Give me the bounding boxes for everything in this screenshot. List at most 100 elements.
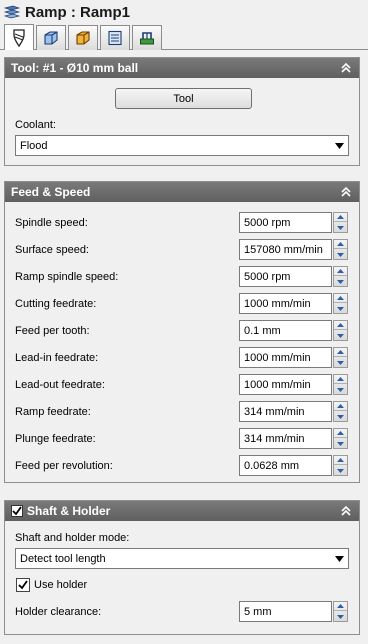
stock-tab[interactable] [68, 25, 98, 50]
feed-speed-row: Lead-out feedrate: 1000 mm/min [5, 374, 359, 396]
feed-speed-spinner[interactable] [333, 428, 348, 449]
shaft-holder-enable-checkbox[interactable] [11, 505, 23, 517]
feed-speed-spinner[interactable] [333, 455, 348, 476]
feed-speed-label: Plunge feedrate: [15, 433, 96, 445]
coolant-label: Coolant: [15, 119, 56, 131]
spin-up-arrow-icon[interactable] [334, 456, 347, 465]
shaft-holder-panel: Shaft & Holder Shaft and holder mode: De… [4, 500, 360, 635]
feed-speed-label: Ramp feedrate: [15, 406, 91, 418]
shaft-mode-value: Detect tool length [20, 552, 106, 565]
spin-down-arrow-icon[interactable] [334, 439, 347, 448]
ramp-layers-icon [4, 5, 20, 19]
feed-speed-row: Plunge feedrate: 314 mm/min [5, 428, 359, 450]
tool-panel-title: Tool: #1 - Ø10 mm ball [11, 61, 139, 75]
spin-down-arrow-icon[interactable] [334, 250, 347, 259]
spin-up-arrow-icon[interactable] [334, 321, 347, 330]
feed-speed-input[interactable]: 5000 rpm [239, 266, 332, 287]
spin-up-arrow-icon[interactable] [334, 375, 347, 384]
feed-speed-spinner[interactable] [333, 212, 348, 233]
feed-speed-label: Cutting feedrate: [15, 298, 97, 310]
coolant-select[interactable]: Flood [15, 135, 349, 156]
checkmark-icon [12, 506, 22, 516]
feed-speed-label: Ramp spindle speed: [15, 271, 119, 283]
spin-down-arrow-icon[interactable] [334, 223, 347, 232]
spin-up-arrow-icon[interactable] [334, 240, 347, 249]
spin-up-arrow-icon[interactable] [334, 429, 347, 438]
feed-speed-row: Ramp spindle speed: 5000 rpm [5, 266, 359, 288]
checkmark-icon [18, 580, 28, 590]
feed-speed-input[interactable]: 1000 mm/min [239, 347, 332, 368]
feed-speed-spinner[interactable] [333, 320, 348, 341]
tool-button[interactable]: Tool [115, 88, 252, 109]
spin-up-arrow-icon[interactable] [334, 602, 347, 611]
feed-speed-row: Lead-in feedrate: 1000 mm/min [5, 347, 359, 369]
shaft-mode-select[interactable]: Detect tool length [15, 548, 349, 569]
feed-speed-label: Feed per revolution: [15, 460, 113, 472]
tool-panel: Tool: #1 - Ø10 mm ball Tool Coolant: Flo… [4, 57, 360, 166]
spin-down-arrow-icon[interactable] [334, 304, 347, 313]
holder-clearance-input[interactable]: 5 mm [239, 601, 332, 622]
chevron-down-icon [335, 556, 344, 562]
spin-down-arrow-icon[interactable] [334, 466, 347, 475]
feed-speed-label: Surface speed: [15, 244, 89, 256]
holder-clearance-row: Holder clearance: 5 mm [5, 601, 359, 623]
feed-speed-input[interactable]: 1000 mm/min [239, 293, 332, 314]
linking-tab[interactable] [132, 25, 162, 50]
feed-speed-row: Feed per tooth: 0.1 mm [5, 320, 359, 342]
shaft-mode-label: Shaft and holder mode: [15, 532, 130, 544]
tool-bit-icon [13, 28, 25, 47]
coolant-value: Flood [20, 139, 48, 152]
feed-speed-row: Feed per revolution: 0.0628 mm [5, 455, 359, 477]
use-holder-checkbox[interactable] [16, 578, 30, 592]
feed-speed-input[interactable]: 157080 mm/min [239, 239, 332, 260]
holder-clearance-spinner[interactable] [333, 601, 348, 622]
tool-panel-header[interactable]: Tool: #1 - Ø10 mm ball [5, 58, 359, 78]
feed-speed-input[interactable]: 5000 rpm [239, 212, 332, 233]
spin-up-arrow-icon[interactable] [334, 267, 347, 276]
passes-tab[interactable] [100, 25, 130, 50]
feed-speed-spinner[interactable] [333, 266, 348, 287]
feed-speed-label: Spindle speed: [15, 217, 88, 229]
spin-up-arrow-icon[interactable] [334, 402, 347, 411]
feed-speed-row: Cutting feedrate: 1000 mm/min [5, 293, 359, 315]
window-title-bar: Ramp : Ramp1 [0, 0, 368, 24]
passes-list-icon [108, 30, 122, 46]
feed-speed-label: Feed per tooth: [15, 325, 90, 337]
shaft-holder-header[interactable]: Shaft & Holder [5, 501, 359, 521]
collapse-icon[interactable] [339, 185, 353, 199]
window-title: Ramp : Ramp1 [25, 3, 131, 21]
cube-wireframe-icon [44, 31, 58, 45]
feed-speed-title: Feed & Speed [11, 185, 91, 199]
spin-up-arrow-icon[interactable] [334, 294, 347, 303]
spin-up-arrow-icon[interactable] [334, 348, 347, 357]
feed-speed-panel: Feed & Speed Spindle speed: 5000 rpm Surfa… [4, 181, 360, 483]
spin-down-arrow-icon[interactable] [334, 358, 347, 367]
feed-speed-header[interactable]: Feed & Speed [5, 182, 359, 202]
collapse-icon[interactable] [339, 504, 353, 518]
spin-down-arrow-icon[interactable] [334, 331, 347, 340]
stock-block-icon [76, 31, 90, 45]
linking-icon [140, 32, 154, 45]
feed-speed-row: Surface speed: 157080 mm/min [5, 239, 359, 261]
spin-down-arrow-icon[interactable] [334, 412, 347, 421]
use-holder-label[interactable]: Use holder [34, 579, 87, 591]
geometry-tab[interactable] [36, 25, 66, 50]
spin-down-arrow-icon[interactable] [334, 612, 347, 621]
feed-speed-input[interactable]: 0.0628 mm [239, 455, 332, 476]
feed-speed-input[interactable]: 314 mm/min [239, 428, 332, 449]
feed-speed-row: Spindle speed: 5000 rpm [5, 212, 359, 234]
collapse-icon[interactable] [339, 61, 353, 75]
spin-down-arrow-icon[interactable] [334, 277, 347, 286]
feed-speed-spinner[interactable] [333, 293, 348, 314]
feed-speed-spinner[interactable] [333, 374, 348, 395]
feed-speed-input[interactable]: 314 mm/min [239, 401, 332, 422]
spin-up-arrow-icon[interactable] [334, 213, 347, 222]
feed-speed-input[interactable]: 1000 mm/min [239, 374, 332, 395]
feed-speed-spinner[interactable] [333, 239, 348, 260]
feed-speed-row: Ramp feedrate: 314 mm/min [5, 401, 359, 423]
feed-speed-spinner[interactable] [333, 347, 348, 368]
tool-tab[interactable] [4, 24, 34, 50]
feed-speed-spinner[interactable] [333, 401, 348, 422]
feed-speed-input[interactable]: 0.1 mm [239, 320, 332, 341]
spin-down-arrow-icon[interactable] [334, 385, 347, 394]
